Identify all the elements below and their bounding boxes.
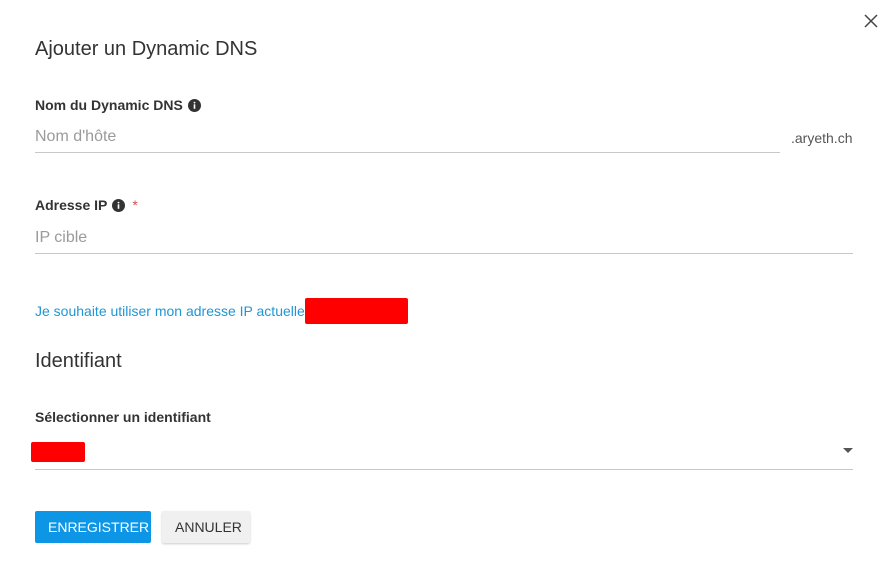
save-button[interactable]: ENREGISTRER <box>35 511 151 543</box>
identifier-select-label-text: Sélectionner un identifiant <box>35 409 211 425</box>
close-icon <box>864 14 878 28</box>
info-icon[interactable] <box>112 198 126 212</box>
close-button[interactable] <box>860 10 882 32</box>
caret-down-icon <box>843 448 853 453</box>
ip-label-text: Adresse IP <box>35 197 108 213</box>
dialog-title: Ajouter un Dynamic DNS <box>35 38 258 60</box>
identifier-select[interactable] <box>31 440 853 470</box>
identifier-section-title: Identifiant <box>35 350 122 372</box>
redacted-ip-address <box>304 298 408 324</box>
redacted-selected-identifier <box>31 442 85 462</box>
domain-suffix: .aryeth.ch <box>791 130 853 146</box>
identifier-select-label: Sélectionner un identifiant <box>35 409 211 425</box>
ip-label: Adresse IP * <box>35 197 138 213</box>
required-marker: * <box>132 197 138 213</box>
use-current-ip-link-text: Je souhaite utiliser mon adresse IP actu… <box>35 303 305 319</box>
ip-input[interactable] <box>35 229 853 254</box>
cancel-button[interactable]: ANNULER <box>162 511 250 543</box>
info-icon[interactable] <box>187 98 201 112</box>
hostname-label: Nom du Dynamic DNS <box>35 97 201 113</box>
hostname-input[interactable] <box>35 128 780 153</box>
hostname-label-text: Nom du Dynamic DNS <box>35 97 183 113</box>
use-current-ip-link[interactable]: Je souhaite utiliser mon adresse IP actu… <box>35 298 408 324</box>
add-dynamic-dns-dialog: Ajouter un Dynamic DNS Nom du Dynamic DN… <box>0 0 890 578</box>
